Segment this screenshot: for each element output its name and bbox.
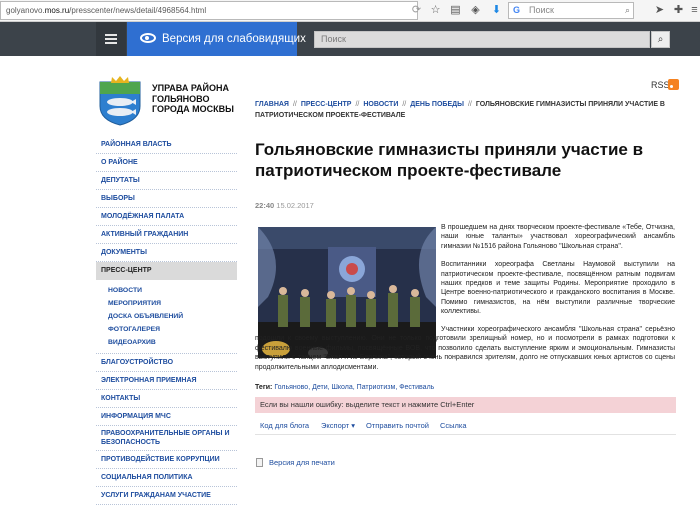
browser-search-input[interactable]: G Поиск ⌕ xyxy=(508,2,634,19)
sidebar-item-e-reception[interactable]: Электронная приемная xyxy=(96,372,237,390)
url-path: /presscenter/news/detail/4968564.html xyxy=(69,6,207,15)
export-label: Экспорт xyxy=(321,421,350,430)
page-title: Гольяновские гимназисты приняли участие … xyxy=(255,140,644,180)
sidebar-item-improvement[interactable]: Благоустройство xyxy=(96,354,237,372)
print-version-link[interactable]: Версия для печати xyxy=(256,458,335,467)
article-paragraph-2: Воспитанники хореографа Светланы Наумово… xyxy=(441,261,675,316)
sidebar-item-emergency-info[interactable]: Информация МЧС xyxy=(96,408,237,426)
browser-search-placeholder: Поиск xyxy=(529,5,554,15)
article-tags: Теги: Гольяново, Дети, Школа, Патриотизм… xyxy=(255,384,675,391)
print-version-label: Версия для печати xyxy=(269,458,335,467)
sidebar-item-deputies[interactable]: Депутаты xyxy=(96,172,237,190)
tags-list[interactable]: Гольяново, Дети, Школа, Патриотизм, Фест… xyxy=(274,384,434,391)
share-icon[interactable]: ✚ xyxy=(671,3,686,18)
reading-list-icon[interactable]: ▤ xyxy=(448,3,463,18)
sidebar-item-elections[interactable]: Выборы xyxy=(96,190,237,208)
browser-toolbar: golyanovo.mos.ru/presscenter/news/detail… xyxy=(0,0,700,22)
blog-code-link[interactable]: Код для блога xyxy=(260,417,309,435)
reload-icon[interactable]: ⟳ xyxy=(409,3,424,18)
rss-link[interactable]: RSS xyxy=(651,80,670,90)
breadcrumb: Главная//Пресс-центр//Новости//День побе… xyxy=(255,101,665,119)
breadcrumb-victory-day[interactable]: День победы xyxy=(410,101,464,108)
press-center-submenu: Новости Мероприятия Доска объявлений Фот… xyxy=(96,280,237,354)
sidebar-item-about-district[interactable]: О районе xyxy=(96,154,237,172)
send-icon[interactable]: ➤ xyxy=(652,3,667,18)
sidebar-item-district-authority[interactable]: Районная власть xyxy=(96,136,237,154)
tags-label: Теги: xyxy=(255,384,273,391)
breadcrumb-press-center[interactable]: Пресс-центр xyxy=(301,101,352,108)
sidebar-item-youth-chamber[interactable]: Молодёжная палата xyxy=(96,208,237,226)
search-icon: ⌕ xyxy=(657,34,664,45)
send-email-link[interactable]: Отправить почтой xyxy=(366,417,429,435)
shield-icon[interactable]: ◈ xyxy=(468,3,483,18)
download-icon[interactable]: ⬇ xyxy=(489,3,504,18)
publish-date: 22:40 15.02.2017 xyxy=(255,201,314,210)
article-actions: Код для блога Экспорт ▾ Отправить почтой… xyxy=(255,417,676,435)
district-logo-text[interactable]: УПРАВА РАЙОНА ГОЛЬЯНОВО ГОРОДА МОСКВЫ xyxy=(152,83,234,115)
breadcrumb-news[interactable]: Новости xyxy=(363,101,398,108)
address-bar[interactable]: golyanovo.mos.ru/presscenter/news/detail… xyxy=(0,1,418,20)
sidebar-item-contacts[interactable]: Контакты xyxy=(96,390,237,408)
sidebar-item-services[interactable]: Услуги гражданам участие xyxy=(96,487,237,505)
article-paragraph-3-text: Участники хореографического ансамбля "Шк… xyxy=(255,326,675,371)
bookmark-star-icon[interactable]: ☆ xyxy=(428,3,443,18)
submenu-item-video-archive[interactable]: Видеоархив xyxy=(108,336,237,349)
article-paragraph-1: В прошедшем на днях творческом проекте-ф… xyxy=(441,224,675,250)
sidebar-item-documents[interactable]: Документы xyxy=(96,244,237,262)
hamburger-menu-button[interactable] xyxy=(96,22,126,56)
submenu-item-news[interactable]: Новости xyxy=(108,284,237,297)
sidebar-nav: Районная власть О районе Депутаты Выборы… xyxy=(96,136,237,505)
permalink-link[interactable]: Ссылка xyxy=(440,417,467,435)
chevron-down-icon: ▾ xyxy=(351,421,356,430)
publish-time: 22:40 xyxy=(255,201,275,210)
sidebar-item-law-enforcement[interactable]: Правоохранительные органы и безопасность xyxy=(96,426,237,451)
url-prefix: golyanovo. xyxy=(6,6,45,15)
submenu-item-photo-gallery[interactable]: Фотогалерея xyxy=(108,323,237,336)
article-body: В прошедшем на днях творческом проекте-ф… xyxy=(255,223,675,326)
logo-line-2: ГОЛЬЯНОВО xyxy=(152,93,210,104)
rss-icon[interactable] xyxy=(668,79,679,90)
sidebar-item-active-citizen[interactable]: Активный гражданин xyxy=(96,226,237,244)
submenu-item-events[interactable]: Мероприятия xyxy=(108,297,237,310)
accessibility-label: Версия для слабовидящих xyxy=(162,33,306,45)
accessibility-button[interactable]: Версия для слабовидящих xyxy=(127,22,306,56)
document-icon xyxy=(256,458,263,467)
sidebar-item-social-policy[interactable]: Социальная политика xyxy=(96,469,237,487)
google-icon: G xyxy=(513,5,521,15)
district-emblem[interactable] xyxy=(98,74,142,126)
export-dropdown[interactable]: Экспорт ▾ xyxy=(321,417,355,435)
site-header: Версия для слабовидящих Поиск ⌕ xyxy=(0,22,700,56)
logo-line-1: УПРАВА РАЙОНА xyxy=(152,83,230,93)
menu-icon[interactable]: ≡ xyxy=(687,3,700,18)
sidebar-item-press-center[interactable]: Пресс-центр xyxy=(96,262,237,280)
eye-icon xyxy=(140,33,156,43)
url-domain: mos.ru xyxy=(44,6,70,15)
logo-line-3: ГОРОДА МОСКВЫ xyxy=(152,104,234,114)
error-report-notice: Если вы нашли ошибку: выделите текст и н… xyxy=(255,397,676,413)
site-search-button[interactable]: ⌕ xyxy=(651,31,670,48)
breadcrumb-home[interactable]: Главная xyxy=(255,101,289,108)
submenu-item-notice-board[interactable]: Доска объявлений xyxy=(108,310,237,323)
search-icon[interactable]: ⌕ xyxy=(625,3,630,18)
site-search-input[interactable]: Поиск xyxy=(314,31,650,48)
sidebar-item-anti-corruption[interactable]: Противодействие коррупции xyxy=(96,451,237,469)
publish-day: 15.02.2017 xyxy=(276,201,314,210)
